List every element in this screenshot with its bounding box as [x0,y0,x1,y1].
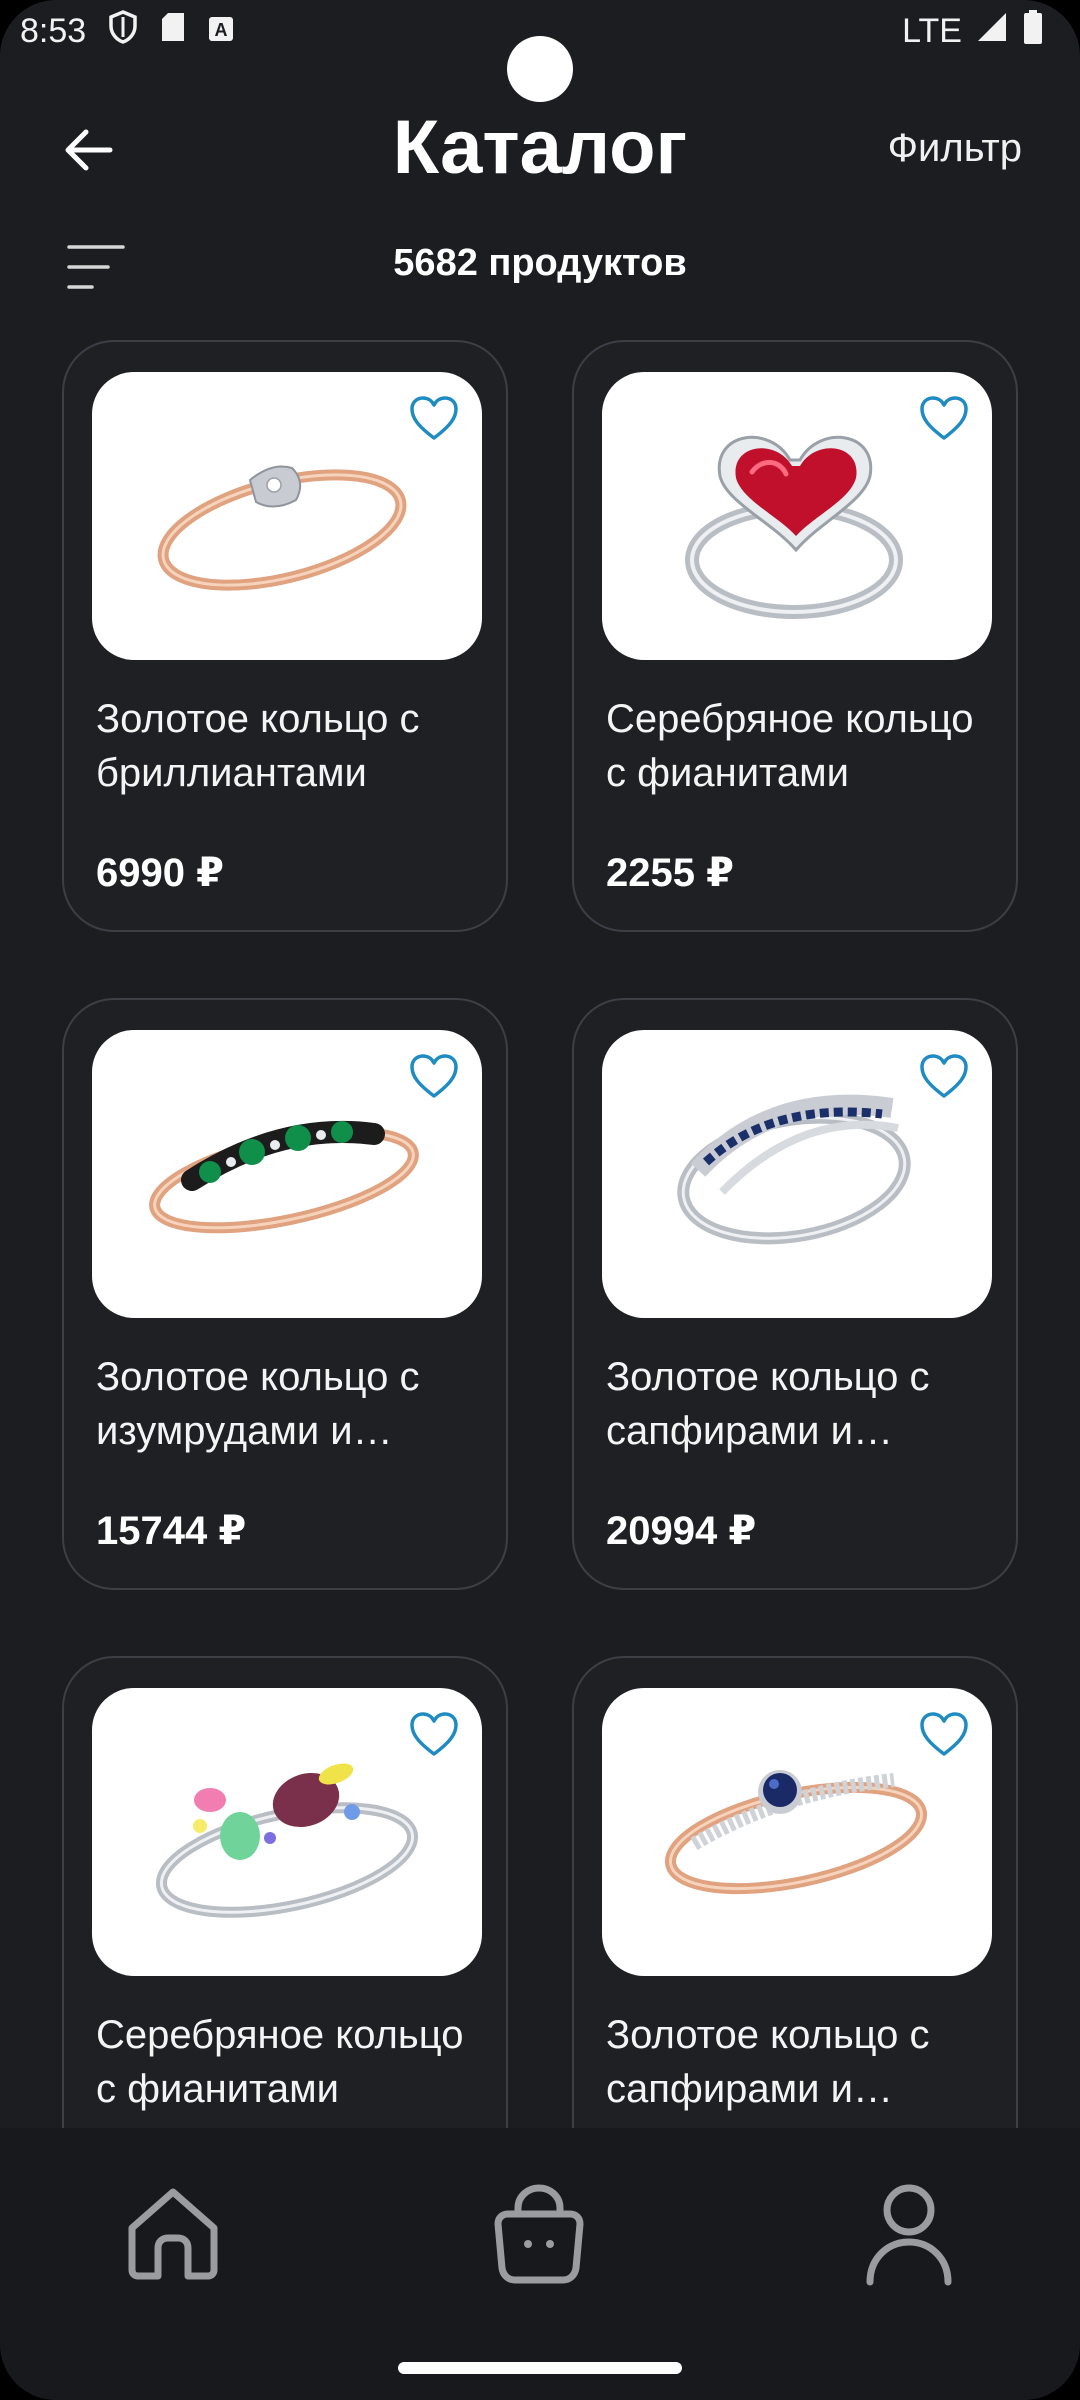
bag-icon [494,2184,584,2284]
heart-icon[interactable] [408,1710,460,1758]
product-card[interactable]: Серебряное кольцо с фианитами [62,1656,508,2130]
product-image [602,1688,992,1976]
network-type: LTE [902,11,962,50]
product-image [92,1688,482,1976]
product-image [92,372,482,660]
nav-cart-button[interactable] [484,2178,594,2288]
header: Каталог Фильтр [0,96,1080,202]
heart-icon[interactable] [408,1052,460,1100]
status-left: 8:53 A [20,9,234,53]
signal-icon [976,11,1008,52]
product-card[interactable]: Золотое кольцо с бриллиантами 6990 ₽ [62,340,508,932]
product-price: 15744 ₽ [96,1509,247,1553]
product-image [602,1030,992,1318]
heart-icon[interactable] [918,1710,970,1758]
bottom-nav [0,2128,1080,2400]
heart-icon[interactable] [408,394,460,442]
product-image [92,1030,482,1318]
product-price: 2255 ₽ [606,851,734,895]
subheader: 5682 продуктов [0,232,1080,302]
product-name: Серебряное кольцо с фианитами [96,2013,464,2111]
app-screen: 8:53 A LTE Каталог Фильтр 5682 продуктов… [0,0,1080,2400]
filter-button[interactable]: Фильтр [888,126,1022,171]
product-name: Серебряное кольцо с фианитами [606,697,974,795]
shield-icon [108,9,138,53]
home-indicator[interactable] [398,2362,682,2374]
profile-icon [866,2184,952,2286]
product-name: Золотое кольцо с бриллиантами [96,697,420,795]
product-price: 6990 ₽ [96,851,224,895]
product-price: 20994 ₽ [606,1509,757,1553]
svg-text:A: A [215,20,228,40]
heart-icon[interactable] [918,1052,970,1100]
nav-profile-button[interactable] [854,2178,964,2288]
sd-card-icon [160,11,186,52]
font-icon: A [208,12,234,51]
product-image [602,372,992,660]
product-card[interactable]: Золотое кольцо с сапфирами и бриллиантам… [572,1656,1018,2130]
product-grid: Золотое кольцо с бриллиантами 6990 ₽ Сер… [62,340,1018,2130]
product-count: 5682 продуктов [393,242,687,284]
product-name: Золотое кольцо с сапфирами и бриллиантам… [606,2013,930,2111]
heart-icon[interactable] [918,394,970,442]
status-right: LTE [902,9,1044,54]
status-time: 8:53 [20,11,87,50]
product-name: Золотое кольцо с изумрудами и бриллианта… [96,1355,420,1453]
product-card[interactable]: Золотое кольцо с сапфирами и бриллиантам… [572,998,1018,1590]
nav-home-button[interactable] [118,2178,228,2288]
battery-icon [1022,9,1044,54]
home-icon [128,2188,218,2280]
product-card[interactable]: Серебряное кольцо с фианитами 2255 ₽ [572,340,1018,932]
camera-cutout [507,36,573,102]
product-name: Золотое кольцо с сапфирами и бриллиантам… [606,1355,930,1453]
product-card[interactable]: Золотое кольцо с изумрудами и бриллианта… [62,998,508,1590]
